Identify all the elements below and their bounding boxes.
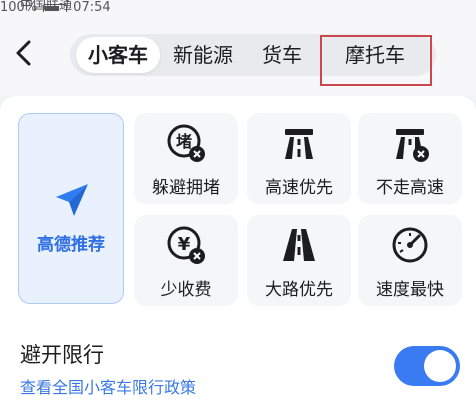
speedometer-icon <box>392 227 428 263</box>
option-label: 少收费 <box>160 280 212 300</box>
main-road-icon <box>283 229 315 261</box>
option-highway-first[interactable]: 高速优先 <box>247 113 351 204</box>
back-button[interactable] <box>10 36 40 70</box>
restriction-toggle[interactable] <box>394 346 460 386</box>
svg-text:堵: 堵 <box>176 132 192 151</box>
option-main-road-first[interactable]: 大路优先 <box>247 215 351 306</box>
chevron-left-icon <box>16 40 31 66</box>
option-fastest[interactable]: 速度最快 <box>358 215 462 306</box>
less-toll-icon: ¥ <box>167 226 205 264</box>
recommend-label: 高德推荐 <box>37 235 105 255</box>
option-label: 速度最快 <box>376 280 444 300</box>
option-label: 高速优先 <box>265 178 333 198</box>
restriction-title: 避开限行 <box>20 343 104 367</box>
option-less-toll[interactable]: ¥ 少收费 <box>134 215 238 306</box>
restriction-policy-link[interactable]: 查看全国小客车限行政策 <box>20 374 196 398</box>
svg-text:¥: ¥ <box>178 234 191 255</box>
no-highway-icon <box>396 129 429 162</box>
vehicle-tabs: 小客车 新能源 货车 摩托车 <box>70 34 436 76</box>
option-no-highway[interactable]: 不走高速 <box>358 113 462 204</box>
carrier-label: 中国联通 <box>20 0 73 12</box>
toggle-knob <box>424 350 456 382</box>
option-label: 躲避拥堵 <box>152 178 220 198</box>
avoid-congestion-icon: 堵 <box>167 124 205 162</box>
paper-plane-icon <box>56 184 88 216</box>
clock: 07:54 <box>73 0 111 12</box>
tab-new-energy[interactable]: 新能源 <box>162 34 244 76</box>
header: 小客车 新能源 货车 摩托车 <box>0 12 476 96</box>
option-avoid-congestion[interactable]: 堵 躲避拥堵 <box>134 113 238 204</box>
option-label: 大路优先 <box>265 280 333 300</box>
tab-car[interactable]: 小客车 <box>76 37 160 73</box>
highway-icon <box>285 129 313 159</box>
route-preference-panel: 高德推荐 堵 躲避拥堵 高速优先 不走高速 ¥ 少收费 大路优先 速度最快 避开… <box>0 96 476 405</box>
option-label: 不走高速 <box>376 178 444 198</box>
tab-truck[interactable]: 货车 <box>250 34 314 76</box>
tab-motorcycle[interactable]: 摩托车 <box>320 34 430 76</box>
recommend-option[interactable]: 高德推荐 <box>18 113 124 304</box>
status-bar: 中国联通 100% 07:54 <box>0 0 476 12</box>
